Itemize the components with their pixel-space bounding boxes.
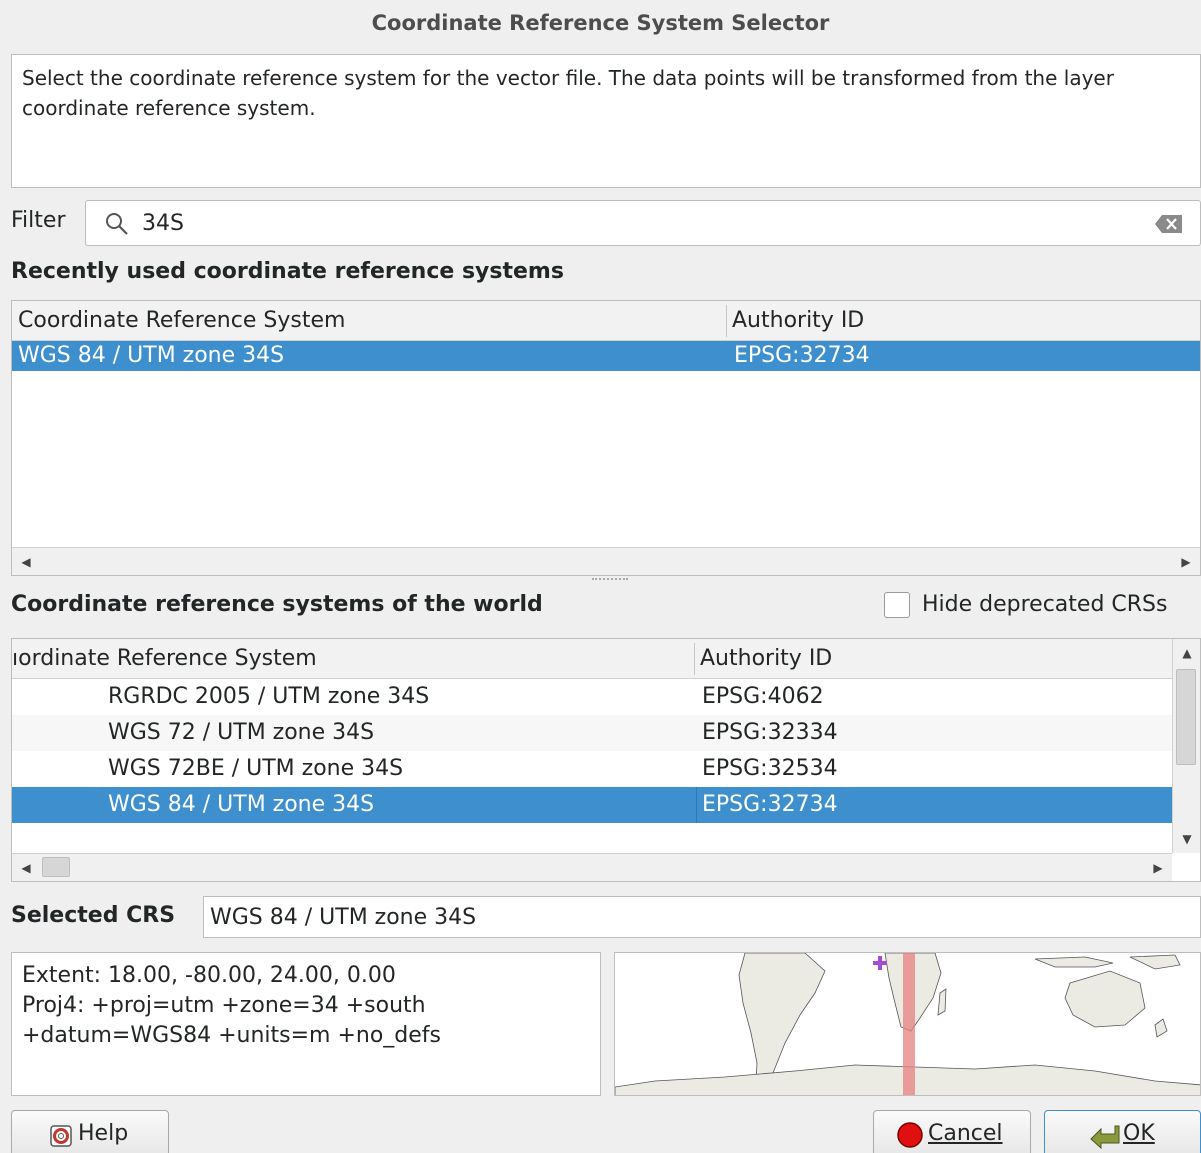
extent-band <box>903 953 915 1095</box>
cancel-button[interactable]: Cancel <box>873 1110 1031 1153</box>
selected-crs-label: Selected CRS <box>11 903 176 928</box>
crs-extent-map <box>614 952 1201 1096</box>
filter-field[interactable] <box>85 200 1201 246</box>
hide-deprecated-checkbox[interactable] <box>884 592 910 618</box>
help-button-label: Help <box>78 1121 129 1146</box>
horizontal-scrollbar[interactable]: ◀ ▶ <box>12 547 1200 575</box>
authority-id-cell: EPSG:32734 <box>734 343 870 368</box>
recent-table-header: Coordinate Reference System Authority ID <box>12 301 1200 341</box>
column-header-crs[interactable]: ıordinate Reference System <box>12 639 688 679</box>
scroll-up-icon[interactable]: ▲ <box>1173 639 1201 667</box>
crs-name-cell: RGRDC 2005 / UTM zone 34S <box>108 684 430 709</box>
scrollbar-thumb[interactable] <box>1176 669 1196 765</box>
vertical-scrollbar[interactable]: ▲ ▼ <box>1172 639 1200 853</box>
help-button[interactable]: Help <box>11 1110 169 1153</box>
apply-icon <box>1090 1125 1120 1149</box>
column-header-authority-id[interactable]: Authority ID <box>732 301 1192 341</box>
cancel-icon <box>897 1122 923 1148</box>
scrollbar-thumb[interactable] <box>42 857 70 877</box>
authority-id-cell: EPSG:32334 <box>702 720 838 745</box>
recent-section-title: Recently used coordinate reference syste… <box>11 259 564 284</box>
filter-label: Filter <box>11 208 66 233</box>
scroll-down-icon[interactable]: ▼ <box>1173 825 1201 853</box>
authority-id-cell: EPSG:4062 <box>702 684 824 709</box>
crs-name-cell: WGS 84 / UTM zone 34S <box>18 343 285 368</box>
world-table-header: ıordinate Reference System Authority ID <box>12 639 1172 679</box>
scroll-left-icon[interactable]: ◀ <box>12 854 40 882</box>
dialog-title: Coordinate Reference System Selector <box>0 0 1201 48</box>
crs-name-cell: WGS 72 / UTM zone 34S <box>108 720 375 745</box>
help-icon <box>50 1125 72 1147</box>
crs-name-cell: WGS 72BE / UTM zone 34S <box>108 756 404 781</box>
cancel-button-label: Cancel <box>928 1121 1003 1146</box>
world-section-title: Coordinate reference systems of the worl… <box>11 592 543 617</box>
crosshair-icon <box>873 956 887 970</box>
splitter-handle[interactable] <box>592 578 628 581</box>
clear-icon[interactable] <box>1154 213 1184 235</box>
filter-input[interactable] <box>142 207 1142 239</box>
scroll-right-icon[interactable]: ▶ <box>1144 854 1172 882</box>
scroll-right-icon[interactable]: ▶ <box>1172 548 1200 576</box>
authority-id-cell: EPSG:32534 <box>702 756 838 781</box>
table-row[interactable]: WGS 72BE / UTM zone 34S EPSG:32534 <box>12 751 1172 787</box>
world-crs-table[interactable]: ıordinate Reference System Authority ID … <box>11 638 1201 882</box>
selected-crs-field: WGS 84 / UTM zone 34S <box>203 896 1201 938</box>
column-header-authority-id[interactable]: Authority ID <box>700 639 1170 679</box>
table-row[interactable]: WGS 84 / UTM zone 34S EPSG:32734 <box>12 341 1200 371</box>
hide-deprecated-label[interactable]: Hide deprecated CRSs <box>922 592 1167 617</box>
crs-info-panel: Extent: 18.00, -80.00, 24.00, 0.00 Proj4… <box>11 952 601 1096</box>
world-map-image <box>615 953 1200 1095</box>
proj4-text: Proj4: +proj=utm +zone=34 +south <box>22 993 426 1018</box>
ok-button-label: OK <box>1123 1121 1155 1146</box>
table-row[interactable]: WGS 84 / UTM zone 34S EPSG:32734 <box>12 787 1172 823</box>
authority-id-cell: EPSG:32734 <box>702 792 838 817</box>
description-text: Select the coordinate reference system f… <box>11 54 1201 188</box>
ok-button[interactable]: OK <box>1044 1110 1201 1153</box>
proj4-text-continued: +datum=WGS84 +units=m +no_defs <box>22 1023 441 1048</box>
scroll-left-icon[interactable]: ◀ <box>12 548 40 576</box>
recent-crs-table[interactable]: Coordinate Reference System Authority ID… <box>11 300 1201 576</box>
search-icon <box>106 213 128 235</box>
column-header-crs[interactable]: Coordinate Reference System <box>18 301 718 341</box>
table-row[interactable]: WGS 72 / UTM zone 34S EPSG:32334 <box>12 715 1172 751</box>
horizontal-scrollbar[interactable]: ◀ ▶ <box>12 853 1172 881</box>
table-row[interactable]: RGRDC 2005 / UTM zone 34S EPSG:4062 <box>12 679 1172 715</box>
crs-name-cell: WGS 84 / UTM zone 34S <box>108 792 375 817</box>
extent-text: Extent: 18.00, -80.00, 24.00, 0.00 <box>22 963 396 988</box>
